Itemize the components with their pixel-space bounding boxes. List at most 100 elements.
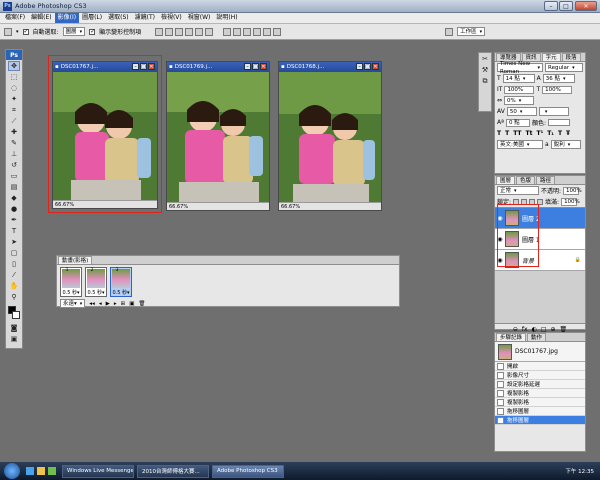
shape-tool-icon[interactable]: ▢ bbox=[8, 248, 20, 258]
minimize-button[interactable]: – bbox=[544, 1, 558, 11]
blend-mode-dropdown[interactable]: 正常 bbox=[497, 186, 539, 195]
animation-frame[interactable]: 1 0.5 秒▾ bbox=[60, 267, 82, 297]
distribute-vcenter-icon[interactable] bbox=[233, 27, 242, 36]
type-style-button[interactable]: T¹ bbox=[536, 130, 543, 137]
tab-layers-2[interactable]: 路徑 bbox=[536, 176, 556, 184]
baseline-shift-input[interactable]: 0 點 bbox=[505, 118, 530, 127]
animation-frame[interactable]: 3 0.5 秒▾ bbox=[110, 267, 132, 297]
marquee-tool-icon[interactable]: ⬚ bbox=[8, 72, 20, 82]
text-color-swatch[interactable] bbox=[547, 119, 570, 126]
document-window-2[interactable]: ▪ DSC01769.j... – □ ✕ 66.67% bbox=[166, 61, 270, 211]
system-clock[interactable]: 下午 12:35 bbox=[565, 467, 594, 475]
bridge-icon[interactable] bbox=[445, 27, 454, 36]
doc-close-button[interactable]: ✕ bbox=[260, 63, 267, 70]
font-style-dropdown[interactable]: Regular bbox=[545, 63, 583, 72]
slice-tool-icon[interactable]: ⟋ bbox=[8, 116, 20, 126]
photo-canvas[interactable] bbox=[167, 72, 269, 202]
menu-item[interactable]: 選取(S) bbox=[105, 13, 132, 23]
tracking-dropdown[interactable]: 50 bbox=[506, 107, 537, 116]
type-style-button[interactable]: Ŧ bbox=[566, 130, 570, 137]
menu-item[interactable]: 說明(H) bbox=[213, 13, 240, 23]
align-vcenter-icon[interactable] bbox=[165, 27, 174, 36]
brush-tool-icon[interactable]: ✎ bbox=[8, 138, 20, 148]
next-frame-icon[interactable]: ▸ bbox=[114, 301, 117, 307]
loop-dropdown[interactable]: 永遠▾ bbox=[60, 299, 86, 308]
photo-canvas[interactable] bbox=[279, 72, 381, 202]
menu-item[interactable]: 檢視(V) bbox=[158, 13, 185, 23]
menu-item[interactable]: 圖層(L) bbox=[79, 13, 105, 23]
eyedropper-tool-icon[interactable]: ⁄ bbox=[8, 270, 20, 280]
play-icon[interactable]: ▶ bbox=[106, 301, 110, 307]
auto-select-checkbox[interactable] bbox=[22, 28, 29, 35]
align-top-icon[interactable] bbox=[155, 27, 164, 36]
quicklaunch-ie-icon[interactable] bbox=[26, 467, 34, 475]
screen-mode-icon[interactable]: ▣ bbox=[8, 334, 20, 344]
tool-presets-icon[interactable]: ⚒ bbox=[479, 65, 491, 75]
animation-frame[interactable]: 2 0.5 秒▾ bbox=[85, 267, 107, 297]
menu-item[interactable]: 編輯(E) bbox=[28, 13, 54, 23]
tab-layers-0[interactable]: 圖層 bbox=[496, 176, 516, 184]
blur-tool-icon[interactable]: ◆ bbox=[8, 193, 20, 203]
history-item[interactable]: 複製影格 bbox=[495, 398, 585, 407]
document-titlebar[interactable]: ▪ DSC01768.j... – □ ✕ bbox=[279, 62, 381, 72]
delete-frame-icon[interactable]: 🗑 bbox=[138, 301, 145, 307]
tracking-pct-dropdown[interactable]: 0% bbox=[504, 96, 535, 105]
magic-wand-tool-icon[interactable]: ✦ bbox=[8, 94, 20, 104]
doc-maximize-button[interactable]: □ bbox=[364, 63, 371, 70]
align-hcenter-icon[interactable] bbox=[195, 27, 204, 36]
distribute-hcenter-icon[interactable] bbox=[263, 27, 272, 36]
notes-tool-icon[interactable]: ▯ bbox=[8, 259, 20, 269]
type-style-button[interactable]: T₁ bbox=[547, 130, 554, 137]
previous-frame-icon[interactable]: ◂ bbox=[99, 301, 102, 307]
close-button[interactable]: ✕ bbox=[575, 1, 597, 11]
tab-char-2[interactable]: 字元 bbox=[541, 53, 561, 61]
start-button[interactable] bbox=[4, 463, 20, 479]
history-item[interactable]: 影像尺寸 bbox=[495, 371, 585, 380]
doc-minimize-button[interactable]: – bbox=[356, 63, 363, 70]
zoom-level[interactable]: 66.67% bbox=[281, 204, 300, 210]
move-tool-icon[interactable]: ✥ bbox=[8, 61, 20, 71]
align-bottom-icon[interactable] bbox=[175, 27, 184, 36]
font-family-dropdown[interactable]: Times New Roman bbox=[497, 61, 543, 75]
taskbar-button[interactable]: Windows Live Messenger bbox=[62, 464, 134, 478]
document-titlebar[interactable]: ▪ DSC01769.j... – □ ✕ bbox=[167, 62, 269, 72]
vertical-scale-input[interactable]: 100% bbox=[504, 85, 535, 94]
stamp-tool-icon[interactable]: ⊥ bbox=[8, 149, 20, 159]
zoom-tool-icon[interactable]: ⚲ bbox=[8, 292, 20, 302]
zoom-level[interactable]: 66.67% bbox=[169, 204, 188, 210]
path-select-tool-icon[interactable]: ➤ bbox=[8, 237, 20, 247]
frame-delay-dropdown[interactable]: 0.5 秒▾ bbox=[62, 289, 79, 296]
background-color-swatch[interactable] bbox=[12, 311, 20, 319]
tab-char-3[interactable]: 段落 bbox=[561, 53, 581, 61]
type-style-button[interactable]: TT bbox=[513, 130, 521, 137]
frame-delay-dropdown[interactable]: 0.5 秒▾ bbox=[112, 289, 129, 296]
menu-item[interactable]: 檔案(F) bbox=[2, 13, 28, 23]
tab-history-1[interactable]: 動作 bbox=[527, 333, 547, 341]
tab-history-0[interactable]: 步驟記錄 bbox=[496, 333, 527, 341]
lasso-tool-icon[interactable]: ◌ bbox=[8, 83, 20, 93]
tween-icon[interactable]: ⊞ bbox=[121, 301, 126, 307]
history-item[interactable]: 複製影格 bbox=[495, 389, 585, 398]
fill-input[interactable]: 100% bbox=[561, 197, 580, 206]
distribute-right-icon[interactable] bbox=[273, 27, 282, 36]
history-snapshot[interactable]: DSC01767.jpg bbox=[495, 342, 585, 362]
type-style-button[interactable]: T bbox=[497, 130, 501, 137]
pen-tool-icon[interactable]: ✒ bbox=[8, 215, 20, 225]
horizontal-scale-input[interactable]: 100% bbox=[542, 85, 573, 94]
menu-item[interactable]: 視窗(W) bbox=[185, 13, 214, 23]
healing-tool-icon[interactable]: ✚ bbox=[8, 127, 20, 137]
frame-delay-dropdown[interactable]: 0.5 秒▾ bbox=[87, 289, 104, 296]
maximize-button[interactable]: □ bbox=[559, 1, 573, 11]
hand-tool-icon[interactable]: ✋ bbox=[8, 281, 20, 291]
crop-tool-icon[interactable]: ⌗ bbox=[8, 105, 20, 115]
preset-dropdown-arrow-icon[interactable]: ▾ bbox=[16, 29, 19, 35]
tab-animation[interactable]: 動畫(影格) bbox=[58, 256, 93, 264]
menu-item[interactable]: 影像(I) bbox=[54, 13, 80, 23]
tab-layers-1[interactable]: 色版 bbox=[516, 176, 536, 184]
duplicate-frame-icon[interactable]: ▣ bbox=[129, 301, 134, 307]
language-dropdown[interactable]: 英文:美國 bbox=[497, 140, 543, 149]
type-style-button[interactable]: T bbox=[558, 130, 562, 137]
history-item[interactable]: 拖移圖層 bbox=[495, 416, 585, 425]
leading-dropdown[interactable]: 36 點 bbox=[542, 74, 575, 83]
brushes-icon[interactable]: ✂ bbox=[479, 54, 491, 64]
